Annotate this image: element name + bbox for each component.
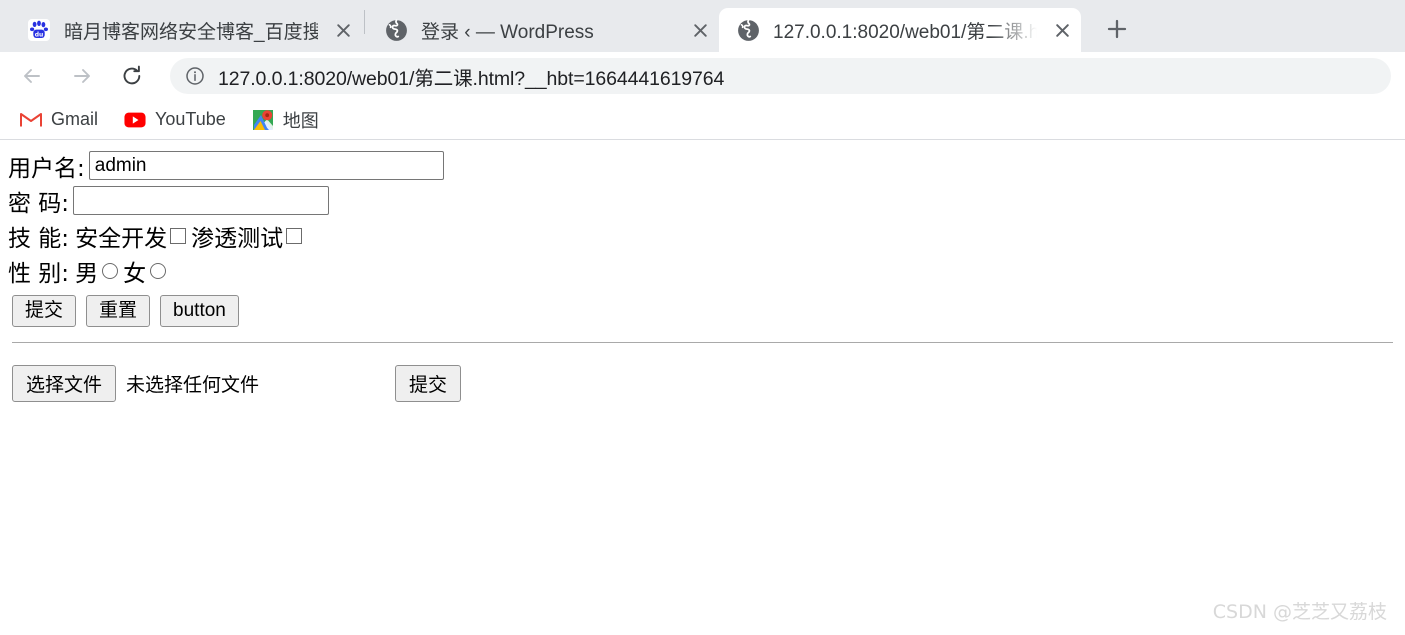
submit-button[interactable]: 提交	[12, 295, 77, 327]
form-row-skills: 技 能: 安全开发 渗透测试	[8, 218, 1397, 253]
password-label: 密 码:	[8, 190, 70, 217]
svg-text:du: du	[35, 31, 44, 38]
back-arrow-icon[interactable]	[14, 58, 50, 94]
reload-icon[interactable]	[114, 58, 150, 94]
tab-title: 127.0.0.1:8020/web01/第二课.h	[773, 21, 1037, 43]
tab-wordpress[interactable]: 登录 ‹ — WordPress	[367, 8, 719, 52]
bookmarks-bar: Gmail YouTube 地图	[0, 100, 1405, 140]
globe-icon	[735, 17, 761, 43]
tab-close-button[interactable]	[685, 15, 715, 45]
file-submit-button[interactable]: 提交	[395, 364, 462, 402]
youtube-icon	[124, 109, 146, 131]
file-status-text: 未选择任何文件	[126, 373, 260, 396]
skill-checkbox-pentest[interactable]	[286, 227, 303, 244]
gender-label-female: 女	[123, 260, 147, 287]
file-upload-row: 选择文件 未选择任何文件 提交	[8, 364, 1397, 402]
browser-toolbar: 127.0.0.1:8020/web01/第二课.html?__hbt=1664…	[0, 52, 1405, 100]
gender-label: 性 别:	[8, 260, 70, 287]
tab-strip: du 暗月博客网络安全博客_百度搜索 登录 ‹ — WordPress 127.…	[0, 0, 1405, 52]
globe-icon	[383, 17, 409, 43]
gender-radio-female[interactable]	[150, 262, 167, 279]
form-row-gender: 性 别: 男 女	[8, 253, 1397, 288]
bookmark-maps[interactable]: 地图	[244, 105, 327, 135]
new-tab-button[interactable]	[1097, 9, 1137, 49]
baidu-paw-icon: du	[26, 17, 52, 43]
bookmark-label: YouTube	[155, 109, 226, 129]
skill-checkbox-secdev[interactable]	[170, 227, 187, 244]
tab-title: 暗月博客网络安全博客_百度搜索	[64, 21, 318, 43]
forward-arrow-icon[interactable]	[64, 58, 100, 94]
page-content: 用户名: 密 码: 技 能: 安全开发 渗透测试 性 别: 男 女 提交 重置 …	[0, 140, 1405, 634]
address-bar[interactable]: 127.0.0.1:8020/web01/第二课.html?__hbt=1664…	[170, 58, 1391, 94]
tab-close-button[interactable]	[1047, 15, 1077, 45]
reset-button[interactable]: 重置	[86, 295, 151, 327]
file-browse-button[interactable]: 选择文件	[12, 364, 117, 402]
form-row-username: 用户名:	[8, 148, 1397, 183]
tab-localhost-page[interactable]: 127.0.0.1:8020/web01/第二课.h	[719, 8, 1081, 52]
skill-label-secdev: 安全开发	[75, 225, 168, 252]
info-circle-icon[interactable]	[184, 65, 206, 87]
form-row-password: 密 码:	[8, 183, 1397, 218]
bookmark-label: 地图	[282, 110, 319, 131]
tab-title: 登录 ‹ — WordPress	[421, 21, 594, 43]
horizontal-rule	[12, 341, 1393, 343]
gmail-icon	[20, 109, 42, 131]
bookmark-gmail[interactable]: Gmail	[12, 105, 106, 135]
password-input[interactable]	[73, 186, 330, 215]
skill-label-pentest: 渗透测试	[191, 225, 284, 252]
username-label: 用户名:	[8, 155, 85, 182]
watermark-text: CSDN @芝芝又荔枝	[1212, 601, 1387, 623]
gender-radio-male[interactable]	[102, 262, 119, 279]
google-maps-icon	[252, 109, 274, 131]
tab-separator	[364, 9, 365, 34]
generic-button[interactable]: button	[160, 295, 239, 327]
tab-close-button[interactable]	[328, 15, 358, 45]
tab-baidu[interactable]: du 暗月博客网络安全博客_百度搜索	[10, 8, 362, 52]
gender-label-male: 男	[75, 260, 99, 287]
bookmark-youtube[interactable]: YouTube	[116, 105, 234, 135]
bookmark-label: Gmail	[51, 109, 99, 129]
form-button-row: 提交 重置 button	[8, 295, 1397, 327]
browser-window: du 暗月博客网络安全博客_百度搜索 登录 ‹ — WordPress 127.…	[0, 0, 1405, 635]
url-text: 127.0.0.1:8020/web01/第二课.html?__hbt=1664…	[218, 67, 725, 90]
username-input[interactable]	[88, 151, 444, 180]
skills-label: 技 能:	[8, 225, 70, 252]
